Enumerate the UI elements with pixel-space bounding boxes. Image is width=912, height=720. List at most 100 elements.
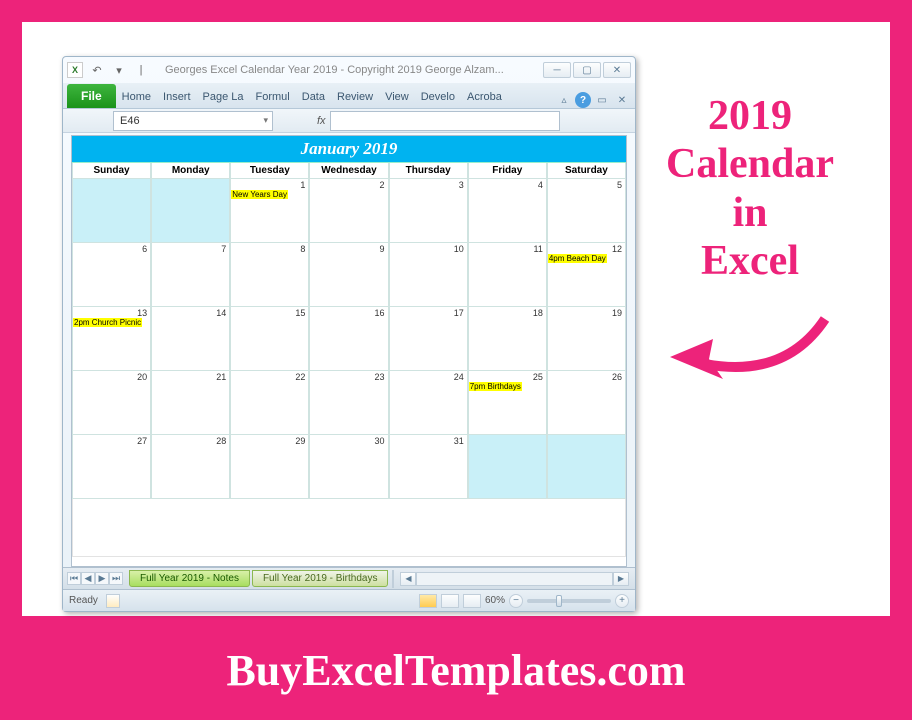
- calendar-cell[interactable]: 11: [468, 243, 547, 307]
- calendar-cell[interactable]: 8: [230, 243, 309, 307]
- hscroll-left[interactable]: ◀: [400, 572, 416, 586]
- ribbon-tab-developer[interactable]: Develo: [415, 86, 461, 108]
- ribbon-minimize-icon[interactable]: ▵: [555, 93, 573, 107]
- zoom-in-button[interactable]: +: [615, 594, 629, 608]
- window-controls: ─ ▢ ✕: [543, 62, 631, 78]
- minimize-button[interactable]: ─: [543, 62, 571, 78]
- calendar-cell[interactable]: 124pm Beach Day: [547, 243, 626, 307]
- sheet-nav: ⏮ ◀ ▶ ⏭: [63, 572, 127, 585]
- name-box[interactable]: E46: [113, 111, 273, 131]
- calendar-cell[interactable]: 21: [151, 371, 230, 435]
- calendar-cell[interactable]: 7: [151, 243, 230, 307]
- ribbon-tab-formulas[interactable]: Formul: [250, 86, 296, 108]
- ribbon-tab-acrobat[interactable]: Acroba: [461, 86, 508, 108]
- ribbon-tab-view[interactable]: View: [379, 86, 415, 108]
- calendar-cell[interactable]: 9: [309, 243, 388, 307]
- day-number: 5: [617, 180, 622, 190]
- calendar-cell[interactable]: 31: [389, 435, 468, 499]
- macro-record-icon[interactable]: [106, 594, 120, 608]
- day-number: 23: [375, 372, 385, 382]
- hscroll-track[interactable]: [416, 572, 613, 586]
- calendar-cell[interactable]: 6: [72, 243, 151, 307]
- sheet-nav-next[interactable]: ▶: [95, 572, 109, 585]
- ribbon-tab-pagelayout[interactable]: Page La: [197, 86, 250, 108]
- day-number: 12: [612, 244, 622, 254]
- calendar-cell[interactable]: 16: [309, 307, 388, 371]
- calendar-day-header: Friday: [468, 163, 547, 179]
- calendar-cell[interactable]: [547, 435, 626, 499]
- calendar-cell[interactable]: 23: [309, 371, 388, 435]
- calendar-cell[interactable]: 18: [468, 307, 547, 371]
- day-number: 3: [459, 180, 464, 190]
- help-icon[interactable]: ?: [575, 92, 591, 108]
- calendar-cell[interactable]: 17: [389, 307, 468, 371]
- calendar-cell[interactable]: [151, 179, 230, 243]
- calendar-cell[interactable]: 24: [389, 371, 468, 435]
- doc-restore-icon[interactable]: ▭: [593, 93, 611, 107]
- calendar-cell[interactable]: 2: [309, 179, 388, 243]
- zoom-level[interactable]: 60%: [485, 595, 505, 606]
- calendar-event: 7pm Birthdays: [469, 382, 522, 391]
- sheet-nav-last[interactable]: ⏭: [109, 572, 123, 585]
- maximize-button[interactable]: ▢: [573, 62, 601, 78]
- ribbon-tab-review[interactable]: Review: [331, 86, 379, 108]
- calendar-cell[interactable]: 29: [230, 435, 309, 499]
- view-pagelayout-button[interactable]: [441, 594, 459, 608]
- spreadsheet-area[interactable]: January 2019 SundayMondayTuesdayWednesda…: [71, 135, 627, 567]
- calendar-cell[interactable]: 4: [468, 179, 547, 243]
- zoom-thumb[interactable]: [556, 595, 562, 607]
- ribbon-tab-data[interactable]: Data: [296, 86, 331, 108]
- formula-input[interactable]: [330, 111, 560, 131]
- calendar-cell[interactable]: 26: [547, 371, 626, 435]
- undo-button[interactable]: ↶: [87, 62, 107, 78]
- calendar-cell[interactable]: 5: [547, 179, 626, 243]
- calendar-cell[interactable]: 30: [309, 435, 388, 499]
- arrow-icon: [665, 309, 835, 399]
- calendar-cell[interactable]: 27: [72, 435, 151, 499]
- hscroll-right[interactable]: ▶: [613, 572, 629, 586]
- view-normal-button[interactable]: [419, 594, 437, 608]
- promo-text: 2019 Calendar in Excel: [640, 92, 860, 404]
- zoom-out-button[interactable]: −: [509, 594, 523, 608]
- sheet-nav-prev[interactable]: ◀: [81, 572, 95, 585]
- fx-icon[interactable]: fx: [317, 115, 326, 127]
- calendar-row: 202122 23 24 257pm Birthdays26: [72, 371, 626, 435]
- calendar-cell[interactable]: 3: [389, 179, 468, 243]
- day-number: 6: [142, 244, 147, 254]
- qat-sep: |: [131, 62, 151, 78]
- day-number: 11: [534, 244, 543, 254]
- calendar-cell[interactable]: 14: [151, 307, 230, 371]
- view-pagebreak-button[interactable]: [463, 594, 481, 608]
- calendar-event: 2pm Church Picnic: [73, 318, 142, 327]
- sheet-tab-birthdays[interactable]: Full Year 2019 - Birthdays: [252, 570, 389, 587]
- calendar-cell[interactable]: 257pm Birthdays: [468, 371, 547, 435]
- file-tab[interactable]: File: [67, 84, 116, 108]
- calendar-cell[interactable]: 20: [72, 371, 151, 435]
- calendar-cell[interactable]: 132pm Church Picnic: [72, 307, 151, 371]
- day-number: 7: [221, 244, 226, 254]
- calendar-cell[interactable]: [72, 179, 151, 243]
- status-ready: Ready: [69, 595, 98, 606]
- zoom-slider[interactable]: [527, 599, 611, 603]
- day-number: 16: [375, 308, 385, 318]
- tab-divider[interactable]: [392, 570, 394, 588]
- calendar-cell[interactable]: 19: [547, 307, 626, 371]
- sheet-nav-first[interactable]: ⏮: [67, 572, 81, 585]
- day-number: 9: [380, 244, 385, 254]
- calendar-cell[interactable]: [468, 435, 547, 499]
- calendar-grid: 1New Years Day234567891011124pm Beach Da…: [72, 179, 626, 499]
- day-number: 24: [454, 372, 464, 382]
- calendar-cell[interactable]: 15: [230, 307, 309, 371]
- doc-close-icon[interactable]: ✕: [613, 93, 631, 107]
- qat-dropdown[interactable]: ▾: [109, 62, 129, 78]
- calendar-cell[interactable]: 22: [230, 371, 309, 435]
- calendar-day-header: Monday: [151, 163, 230, 179]
- calendar-cell[interactable]: 10: [389, 243, 468, 307]
- sheet-tab-notes[interactable]: Full Year 2019 - Notes: [129, 570, 250, 587]
- ribbon-tab-insert[interactable]: Insert: [157, 86, 197, 108]
- ribbon-tab-home[interactable]: Home: [116, 86, 157, 108]
- calendar-cell[interactable]: 1New Years Day: [230, 179, 309, 243]
- close-button[interactable]: ✕: [603, 62, 631, 78]
- calendar-cell[interactable]: 28: [151, 435, 230, 499]
- horizontal-scrollbar[interactable]: ◀ ▶: [400, 571, 629, 587]
